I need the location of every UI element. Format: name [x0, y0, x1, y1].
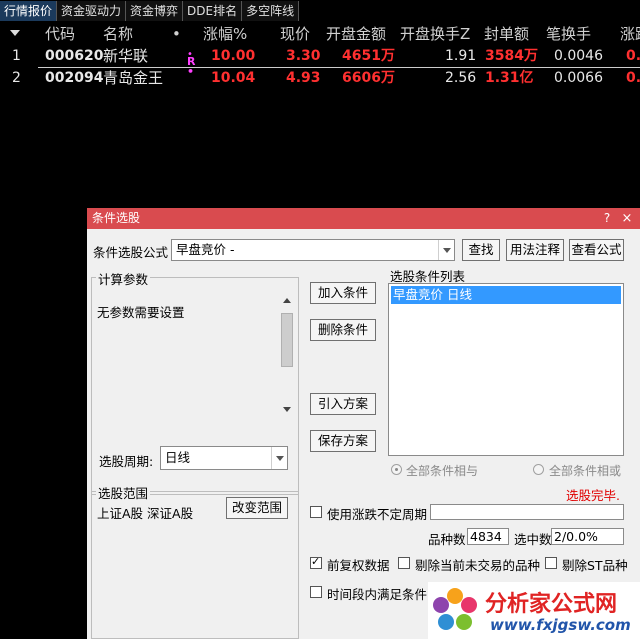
row-name: 青岛金王 [103, 69, 164, 87]
col-code[interactable]: 代码 [45, 23, 75, 45]
radio-or[interactable] [533, 464, 544, 475]
help-icon[interactable]: ? [600, 208, 614, 229]
add-condition-button[interactable]: 加入条件 [310, 282, 376, 304]
params-group-caption: 计算参数 [96, 269, 151, 288]
period-range-field[interactable] [430, 504, 624, 520]
period-label: 选股周期: [99, 454, 154, 469]
tab-capital-drive[interactable]: 资金驱动力 [57, 1, 127, 21]
row-index: 2 [12, 70, 21, 86]
col-seal-amount[interactable]: 封单额 [484, 23, 529, 45]
col-change-pct[interactable]: 涨幅% [203, 23, 247, 45]
row-change-pct: 10.00 [211, 48, 256, 64]
tab-quotes[interactable]: 行情报价 [0, 1, 58, 21]
range-group-caption: 选股范围 [96, 483, 151, 502]
watermark-title: 分析家公式网 [485, 592, 618, 617]
row-index: 1 [12, 48, 21, 64]
exclude-no-trade-checkbox[interactable] [398, 557, 410, 569]
col-extra[interactable]: 涨跌 [620, 23, 640, 45]
formula-value: 早盘竞价 - [176, 242, 235, 257]
row-extra: 0.3 [626, 48, 640, 64]
chevron-down-icon [443, 248, 451, 253]
count-field: 4834 [467, 528, 509, 545]
row-flag-dot: • [187, 65, 195, 78]
formula-dropdown-button[interactable] [438, 240, 454, 260]
period-satisfy-label[interactable]: 时间段内满足条件 [327, 584, 427, 603]
col-price[interactable]: 现价 [280, 23, 310, 45]
scroll-up-icon[interactable] [283, 298, 291, 303]
status-text: 选股完毕. [566, 488, 620, 503]
pre-adjust-checkbox[interactable] [310, 555, 322, 569]
row-code: 002094 [45, 70, 104, 86]
row-price: 3.30 [286, 48, 321, 64]
period-satisfy-checkbox[interactable] [310, 586, 322, 598]
count-label: 品种数 [428, 532, 466, 547]
period-select[interactable]: 日线 [160, 446, 288, 470]
row-per-turnover: 0.0066 [554, 70, 603, 86]
change-range-button[interactable]: 改变范围 [226, 497, 288, 519]
row-change-pct: 10.04 [211, 70, 256, 86]
scroll-down-icon[interactable] [283, 407, 291, 412]
radio-and-label[interactable]: 全部条件相与 [406, 462, 478, 479]
tab-dde-rank[interactable]: DDE排名 [183, 1, 243, 21]
selected-label: 选中数 [514, 532, 552, 547]
flower-logo-icon [433, 588, 477, 630]
row-price: 4.93 [286, 70, 321, 86]
formula-label: 条件选股公式 [93, 245, 169, 260]
use-period-checkbox[interactable] [310, 506, 322, 518]
watermark: 分析家公式网 www.fxjgsw.com [428, 582, 640, 639]
col-open-turnover[interactable]: 开盘换手Z [400, 23, 470, 45]
view-formula-button[interactable]: 查看公式 [569, 239, 624, 261]
exclude-st-label[interactable]: 剔除ST品种 [562, 555, 628, 574]
dialog-title-bar[interactable]: 条件选股 ? × [87, 208, 640, 229]
stock-screener-dialog: 条件选股 ? × 条件选股公式 早盘竞价 - 查找 用法注释 查看公式 计算参数… [87, 208, 640, 639]
table-row[interactable]: 1 000620 新华联 R 10.00 3.30 4651万 1.91 358… [0, 45, 640, 68]
watermark-url: www.fxjgsw.com [490, 616, 631, 634]
market-tabs: 行情报价 资金驱动力 资金博弈 DDE排名 多空阵线 [0, 0, 300, 22]
row-name: 新华联 [103, 47, 149, 65]
close-icon[interactable]: × [620, 208, 634, 229]
row-code: 000620 [45, 48, 104, 64]
row-open-turnover: 1.91 [445, 48, 477, 64]
radio-or-label[interactable]: 全部条件相或 [549, 462, 621, 479]
col-flag[interactable]: • [172, 23, 181, 45]
row-open-amount: 4651万 [342, 48, 395, 64]
period-dropdown-button[interactable] [271, 447, 287, 469]
chevron-down-icon [276, 456, 284, 461]
tab-capital-game[interactable]: 资金博弈 [126, 1, 184, 21]
col-name[interactable]: 名称 [103, 23, 133, 45]
table-row[interactable]: 2 002094 青岛金王 • 10.04 4.93 6606万 2.56 1.… [0, 65, 640, 89]
row-open-amount: 6606万 [342, 70, 395, 86]
exclude-st-checkbox[interactable] [545, 557, 557, 569]
delete-condition-button[interactable]: 删除条件 [310, 319, 376, 341]
pre-adjust-label[interactable]: 前复权数据 [327, 555, 390, 574]
col-per-turnover[interactable]: 笔换手 [546, 23, 591, 45]
quote-table-header: 代码 名称 • 涨幅% 现价 开盘金额 开盘换手Z 封单额 笔换手 涨跌 [0, 23, 640, 45]
row-seal-amount: 3584万 [485, 48, 538, 64]
exclude-no-trade-label[interactable]: 剔除当前未交易的品种 [415, 555, 540, 574]
row-per-turnover: 0.0046 [554, 48, 603, 64]
import-plan-button[interactable]: 引入方案 [310, 393, 376, 415]
usage-notes-button[interactable]: 用法注释 [506, 239, 564, 261]
row-flag-dot: • [187, 49, 193, 60]
period-value: 日线 [165, 450, 191, 465]
find-button[interactable]: 查找 [462, 239, 500, 261]
use-period-label[interactable]: 使用涨跌不定周期 [327, 504, 427, 523]
row-seal-amount: 1.31亿 [485, 70, 534, 86]
range-text: 上证A股 深证A股 [97, 506, 194, 521]
condition-list[interactable]: 早盘竞价 日线 [388, 283, 624, 456]
tab-long-short[interactable]: 多空阵线 [242, 1, 300, 21]
selected-field: 2/0.0% [551, 528, 624, 545]
row-open-turnover: 2.56 [445, 70, 477, 86]
save-plan-button[interactable]: 保存方案 [310, 430, 376, 452]
radio-and[interactable] [391, 464, 402, 475]
formula-select[interactable]: 早盘竞价 - [171, 239, 455, 261]
scroll-thumb[interactable] [281, 313, 293, 367]
dialog-title: 条件选股 [92, 211, 141, 225]
params-text: 无参数需要设置 [97, 305, 185, 320]
condition-list-item[interactable]: 早盘竞价 日线 [391, 286, 621, 304]
col-open-amount[interactable]: 开盘金额 [326, 23, 386, 45]
row-extra: 0.4 [626, 70, 640, 86]
params-scrollbar[interactable] [280, 293, 294, 417]
